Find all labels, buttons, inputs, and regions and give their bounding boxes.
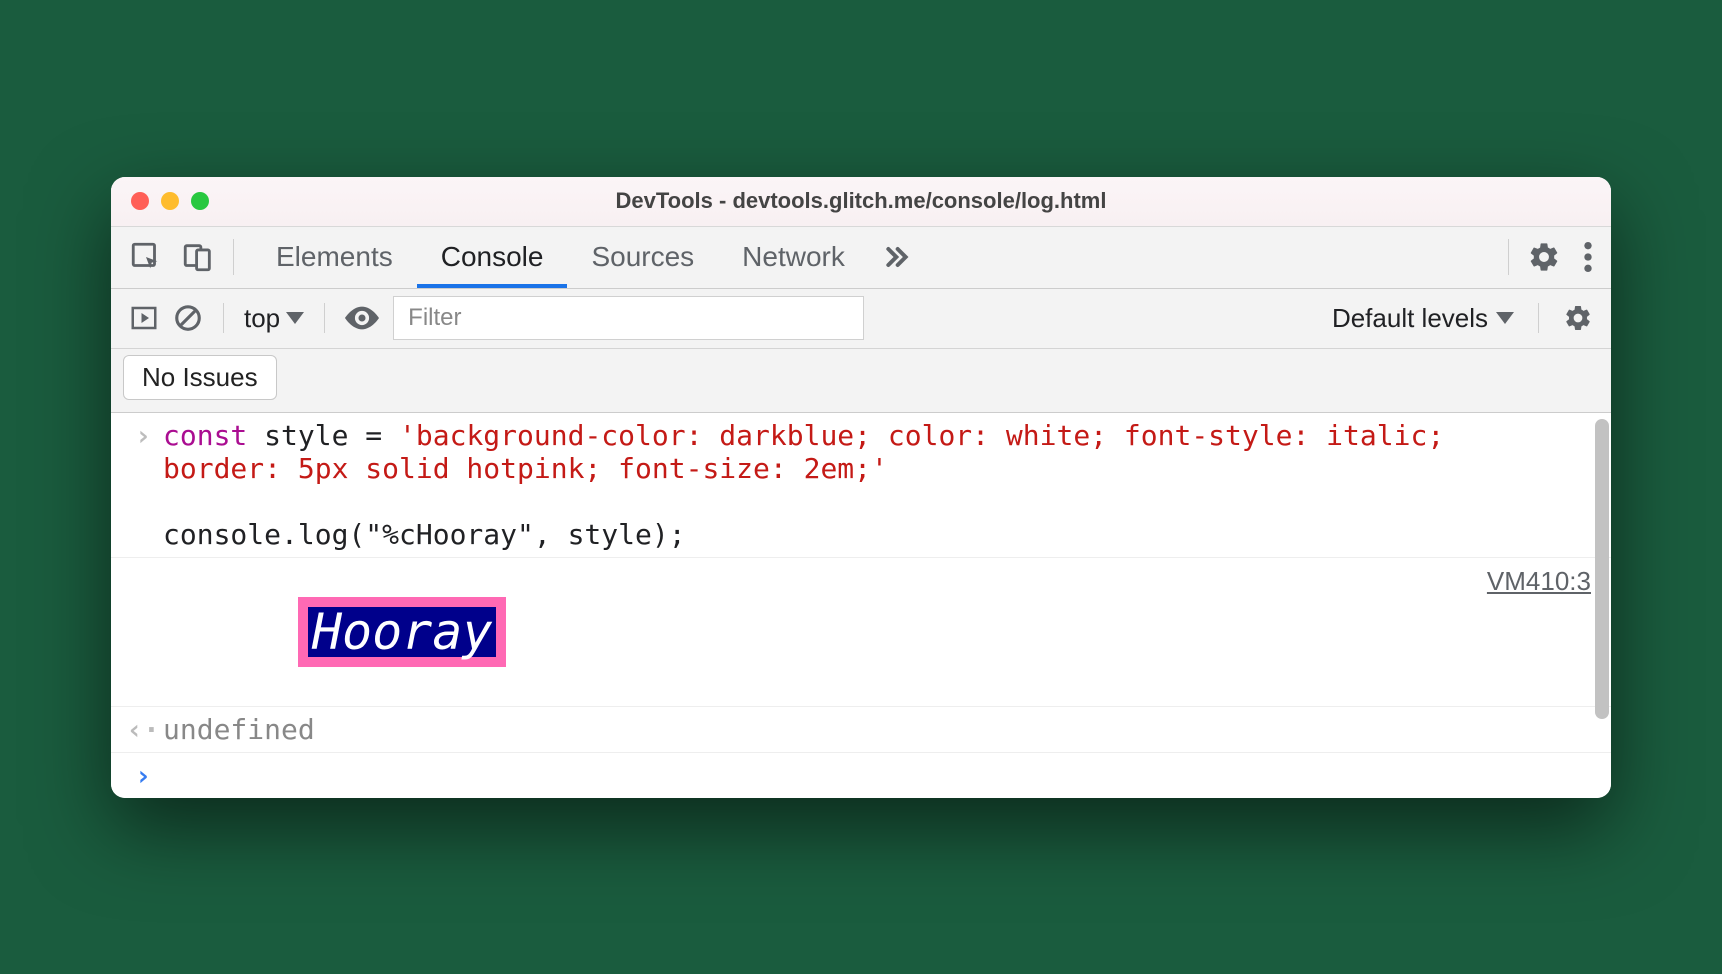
console-prompt-row[interactable]: ›: [111, 753, 1611, 798]
return-value: undefined: [163, 713, 1591, 746]
maximize-window-button[interactable]: [191, 192, 209, 210]
issues-row: No Issues: [111, 349, 1611, 413]
tab-strip: Elements Console Sources Network: [111, 227, 1611, 289]
kebab-menu-icon[interactable]: [1583, 240, 1593, 274]
prompt-chevron-icon: ›: [123, 759, 163, 792]
live-expression-eye-icon[interactable]: [345, 306, 379, 330]
close-window-button[interactable]: [131, 192, 149, 210]
console-toolbar: top Default levels: [111, 289, 1611, 349]
context-label: top: [244, 303, 280, 334]
window-title: DevTools - devtools.glitch.me/console/lo…: [111, 188, 1611, 214]
input-chevron-icon: ›: [123, 419, 163, 452]
console-output-row: Hooray VM410:3: [111, 558, 1611, 707]
divider: [324, 303, 325, 333]
code-content: const style = 'background-color: darkblu…: [163, 419, 1591, 551]
console-return-row: ‹· undefined: [111, 707, 1611, 753]
devtools-window: DevTools - devtools.glitch.me/console/lo…: [111, 177, 1611, 798]
divider: [1538, 303, 1539, 333]
dropdown-triangle-icon: [1496, 311, 1514, 325]
divider: [233, 239, 234, 275]
tok-text: style =: [247, 419, 399, 452]
tok-text: console.log("%cHooray", style);: [163, 518, 686, 551]
console-settings-gear-icon[interactable]: [1563, 303, 1593, 333]
sidebar-toggle-icon[interactable]: [129, 303, 159, 333]
tab-console[interactable]: Console: [417, 226, 568, 288]
device-toolbar-icon[interactable]: [181, 240, 215, 274]
log-levels-selector[interactable]: Default levels: [1332, 303, 1514, 334]
divider: [223, 303, 224, 333]
prompt-input[interactable]: [163, 759, 1591, 792]
tab-sources[interactable]: Sources: [567, 226, 718, 288]
dropdown-triangle-icon: [286, 311, 304, 325]
source-link[interactable]: VM410:3: [1487, 564, 1591, 597]
more-tabs-icon[interactable]: [879, 241, 911, 273]
console-body: › const style = 'background-color: darkb…: [111, 413, 1611, 798]
scrollbar[interactable]: [1595, 419, 1609, 719]
filter-input[interactable]: [393, 296, 863, 340]
titlebar: DevTools - devtools.glitch.me/console/lo…: [111, 177, 1611, 227]
console-input-row[interactable]: › const style = 'background-color: darkb…: [111, 413, 1611, 558]
tab-elements[interactable]: Elements: [252, 226, 417, 288]
context-selector[interactable]: top: [244, 303, 304, 334]
styled-log-output: Hooray: [298, 597, 507, 667]
return-arrow-icon: ‹·: [123, 713, 163, 746]
clear-console-icon[interactable]: [173, 303, 203, 333]
inspect-element-icon[interactable]: [129, 240, 163, 274]
tok-keyword: const: [163, 419, 247, 452]
issues-chip[interactable]: No Issues: [123, 355, 277, 400]
levels-label: Default levels: [1332, 303, 1488, 334]
traffic-lights: [131, 192, 209, 210]
minimize-window-button[interactable]: [161, 192, 179, 210]
divider: [1508, 239, 1509, 275]
output-content: Hooray: [163, 564, 1487, 700]
tab-network[interactable]: Network: [718, 226, 869, 288]
settings-gear-icon[interactable]: [1527, 240, 1561, 274]
